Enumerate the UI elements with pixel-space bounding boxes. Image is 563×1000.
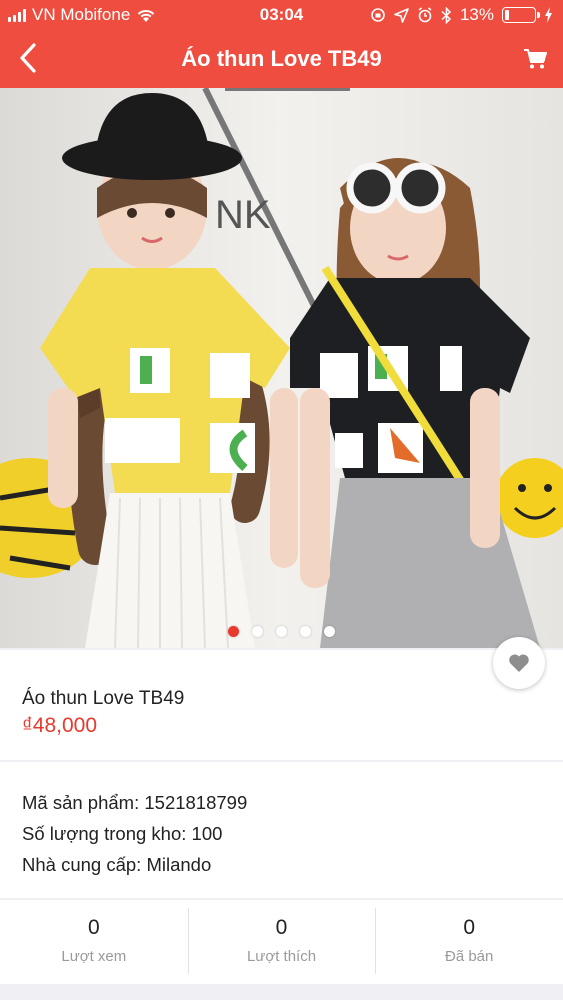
product-stock: Số lượng trong kho: 100 — [22, 823, 223, 844]
nav-bar: Áo thun Love TB49 — [0, 30, 563, 88]
carousel-dot[interactable] — [324, 626, 335, 637]
carousel-dot[interactable] — [228, 626, 239, 637]
product-name: Áo thun Love TB49 — [22, 688, 185, 709]
status-right: 13% — [370, 5, 553, 25]
product-stats: 0 Lượt xem 0 Lượt thích 0 Đã bán — [0, 900, 563, 984]
rotation-lock-icon — [371, 8, 385, 22]
app-header: VN Mobifone 03:04 13% Áo thun Love TB49 — [0, 0, 563, 88]
stat-sold: 0 Đã bán — [375, 900, 563, 984]
stat-value: 0 — [275, 916, 288, 939]
back-button[interactable] — [8, 38, 48, 78]
carousel-dot[interactable] — [276, 626, 287, 637]
carousel-indicator — [0, 626, 563, 637]
stat-likes: 0 Lượt thích — [187, 900, 376, 984]
svg-text:NK: NK — [215, 193, 271, 237]
battery-percent: 13% — [459, 5, 494, 24]
carousel-dot[interactable] — [300, 626, 311, 637]
product-image-carousel[interactable]: NK — [0, 88, 563, 648]
product-sku: Mã sản phẩm: 1521818799 — [22, 792, 248, 813]
product-summary: Áo thun Love TB49 ₫48,000 — [0, 637, 563, 760]
bluetooth-icon — [441, 6, 452, 24]
product-details: Mã sản phẩm: 1521818799 Số lượng trong k… — [0, 762, 563, 898]
stat-value: 0 — [463, 916, 476, 939]
status-bar: VN Mobifone 03:04 13% — [0, 0, 563, 30]
charging-icon — [545, 7, 552, 23]
stat-label: Lượt thích — [246, 948, 317, 965]
carousel-dot[interactable] — [252, 626, 263, 637]
heart-icon — [509, 654, 529, 672]
stat-value: 0 — [87, 916, 100, 939]
stat-label: Lượt xem — [61, 948, 127, 965]
cart-icon — [524, 49, 547, 69]
location-icon — [394, 7, 409, 23]
battery-icon — [502, 7, 540, 23]
stat-views: 0 Lượt xem — [0, 900, 188, 984]
favorite-button[interactable] — [493, 637, 545, 689]
stat-label: Đã bán — [444, 948, 494, 965]
alarm-icon — [418, 7, 432, 23]
product-supplier: Nhà cung cấp: Milando — [22, 854, 212, 875]
product-price: ₫48,000 — [22, 714, 98, 737]
cart-button[interactable] — [515, 40, 555, 78]
chevron-left-icon — [20, 43, 36, 73]
page-title: Áo thun Love TB49 — [181, 46, 382, 71]
product-photo: NK — [0, 88, 563, 648]
